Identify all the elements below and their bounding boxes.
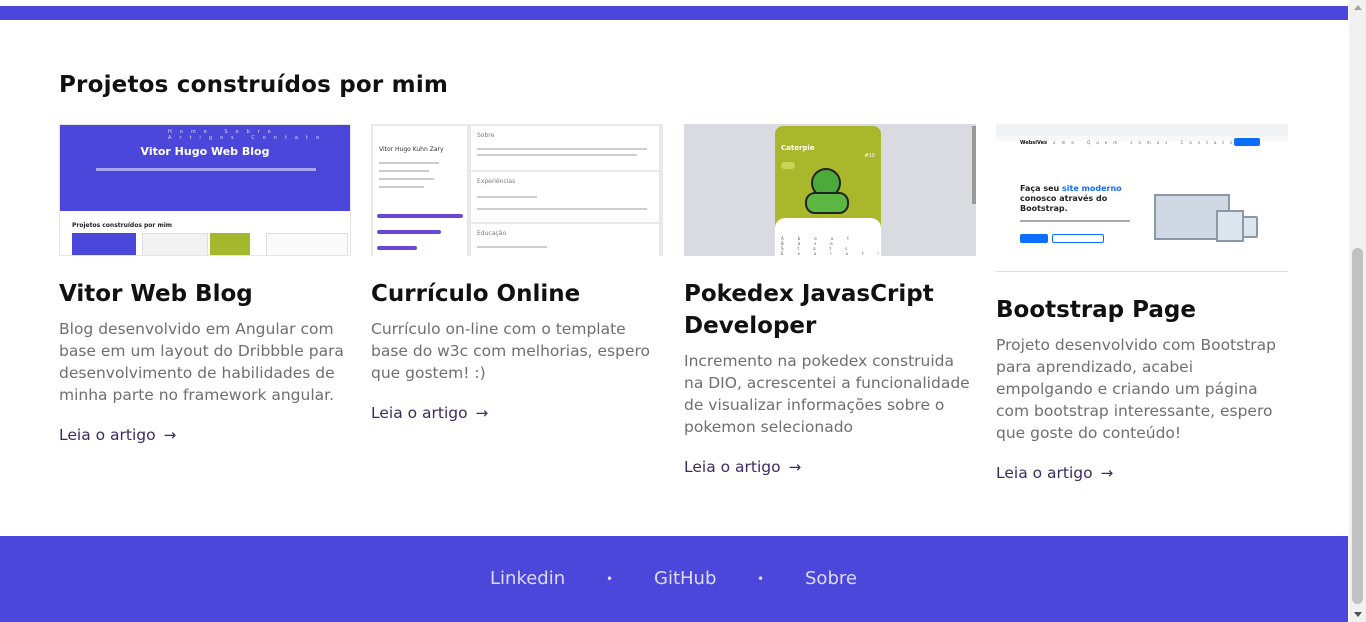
thumb-headline: Faça seu site moderno conosco através do… [1020, 184, 1130, 214]
thumb-hero-subtitle [96, 168, 316, 171]
thumb-line [477, 148, 647, 150]
thumb-mini-card [266, 233, 348, 255]
thumb-skill-bar [377, 246, 417, 250]
thumb-line [477, 196, 537, 198]
thumb-section-heading: Projetos construídos por mim [72, 222, 173, 229]
arrow-right-icon: → [475, 404, 489, 422]
project-description: Incremento na pokedex construida na DIO,… [684, 352, 970, 436]
read-article-label: Leia o artigo [684, 458, 781, 476]
thumb-pokemon-card: Caterpie #10 About Base Stats Evolution … [775, 126, 881, 256]
arrow-right-icon: → [1100, 464, 1114, 482]
project-title: Currículo Online [371, 281, 581, 307]
thumb-sidebar: Vitor Hugo Kuhn Zary [373, 126, 467, 256]
project-thumbnail[interactable]: Home Sobre Artigos Contato Vitor Hugo We… [59, 124, 351, 256]
project-card-vitor-web-blog: Home Sobre Artigos Contato Vitor Hugo We… [59, 124, 351, 444]
arrow-right-icon: → [788, 458, 802, 476]
thumb-pokemon-number: #10 [864, 153, 875, 159]
read-article-label: Leia o artigo [996, 464, 1093, 482]
project-title: Vitor Web Blog [59, 281, 253, 307]
thumb-type-tag [781, 162, 795, 169]
thumb-line [379, 186, 424, 188]
project-card-curriculo-online: Vitor Hugo Kuhn Zary Sobre Experiências … [371, 124, 663, 422]
footer-separator: • [757, 572, 765, 586]
read-article-label: Leia o artigo [371, 404, 468, 422]
thumb-skill-bar [377, 214, 463, 218]
project-title: Pokedex JavasCript Developer [684, 281, 934, 339]
thumb-line [477, 208, 647, 210]
thumb-panel: Sobre [471, 126, 659, 170]
read-article-link[interactable]: Leia o artigo → [996, 464, 1113, 482]
thumb-tabs: About Base Stats Evolution Moves [781, 236, 881, 256]
phone-icon [1242, 216, 1258, 238]
project-thumbnail[interactable]: Caterpie #10 About Base Stats Evolution … [684, 124, 976, 256]
section-title: Projetos construídos por mim [59, 72, 449, 98]
project-card-bootstrap-page: WebsiVes Home Quem somos Contato Faça se… [996, 124, 1288, 482]
thumb-headline-text: conosco através do Bootstrap. [1020, 194, 1108, 213]
thumb-skill-bar [377, 230, 441, 234]
scroll-up-icon[interactable] [1354, 5, 1362, 10]
thumb-brand: WebsiVes [1020, 140, 1047, 146]
read-article-link[interactable]: Leia o artigo → [371, 404, 488, 422]
footer: Linkedin • GitHub • Sobre [0, 536, 1348, 622]
read-article-label: Leia o artigo [59, 426, 156, 444]
project-thumbnail[interactable]: WebsiVes Home Quem somos Contato Faça se… [996, 124, 1288, 272]
thumb-panel-heading: Sobre [477, 132, 495, 139]
project-thumbnail[interactable]: Vitor Hugo Kuhn Zary Sobre Experiências … [371, 124, 663, 256]
thumb-line [379, 170, 429, 172]
page-scrollbar[interactable] [1349, 0, 1366, 622]
scrollbar-thumb[interactable] [1352, 248, 1363, 604]
footer-link-linkedin[interactable]: Linkedin [490, 568, 565, 589]
thumb-subtext [1020, 220, 1130, 222]
thumb-nav: Home Quem somos Contato [1044, 140, 1239, 145]
thumb-panel-heading: Experiências [477, 178, 516, 185]
thumb-hero-title: Vitor Hugo Web Blog [140, 145, 270, 158]
project-description: Blog desenvolvido em Angular com base em… [59, 320, 344, 404]
footer-separator: • [606, 572, 614, 586]
thumb-line [477, 246, 547, 248]
footer-link-sobre[interactable]: Sobre [805, 568, 857, 589]
thumb-headline-text: Faça seu [1020, 184, 1062, 193]
read-article-link[interactable]: Leia o artigo → [59, 426, 176, 444]
project-card-pokedex: Caterpie #10 About Base Stats Evolution … [684, 124, 976, 476]
read-article-link[interactable]: Leia o artigo → [684, 458, 801, 476]
thumb-line [379, 178, 434, 180]
thumb-primary-button [1020, 234, 1048, 243]
thumb-scrollbar [972, 126, 976, 204]
thumb-panel: Experiências [471, 172, 659, 222]
project-title: Bootstrap Page [996, 297, 1196, 323]
arrow-right-icon: → [163, 426, 177, 444]
thumb-mini-card [210, 233, 250, 255]
project-description: Projeto desenvolvido com Bootstrap para … [996, 336, 1276, 442]
thumb-pokemon-name: Caterpie [781, 144, 815, 152]
thumb-line [379, 162, 439, 164]
thumb-outline-button [1052, 234, 1104, 243]
top-accent-bar [0, 6, 1348, 20]
footer-link-github[interactable]: GitHub [654, 568, 716, 589]
thumb-nav-button [1234, 138, 1260, 146]
thumb-line [477, 154, 637, 156]
thumb-name: Vitor Hugo Kuhn Zary [379, 146, 444, 153]
caterpie-body-icon [805, 192, 849, 214]
thumb-panel: Educação [471, 224, 659, 256]
thumb-nav: Home Sobre Artigos Contato [168, 129, 328, 141]
thumb-headline-highlight: site moderno [1062, 184, 1122, 193]
tablet-icon [1216, 210, 1244, 242]
thumb-panel-heading: Educação [477, 230, 507, 237]
scroll-down-icon[interactable] [1354, 612, 1362, 617]
thumb-mini-card [72, 233, 136, 255]
thumb-mini-card [142, 233, 208, 255]
project-description: Currículo on-line com o template base do… [371, 320, 650, 382]
